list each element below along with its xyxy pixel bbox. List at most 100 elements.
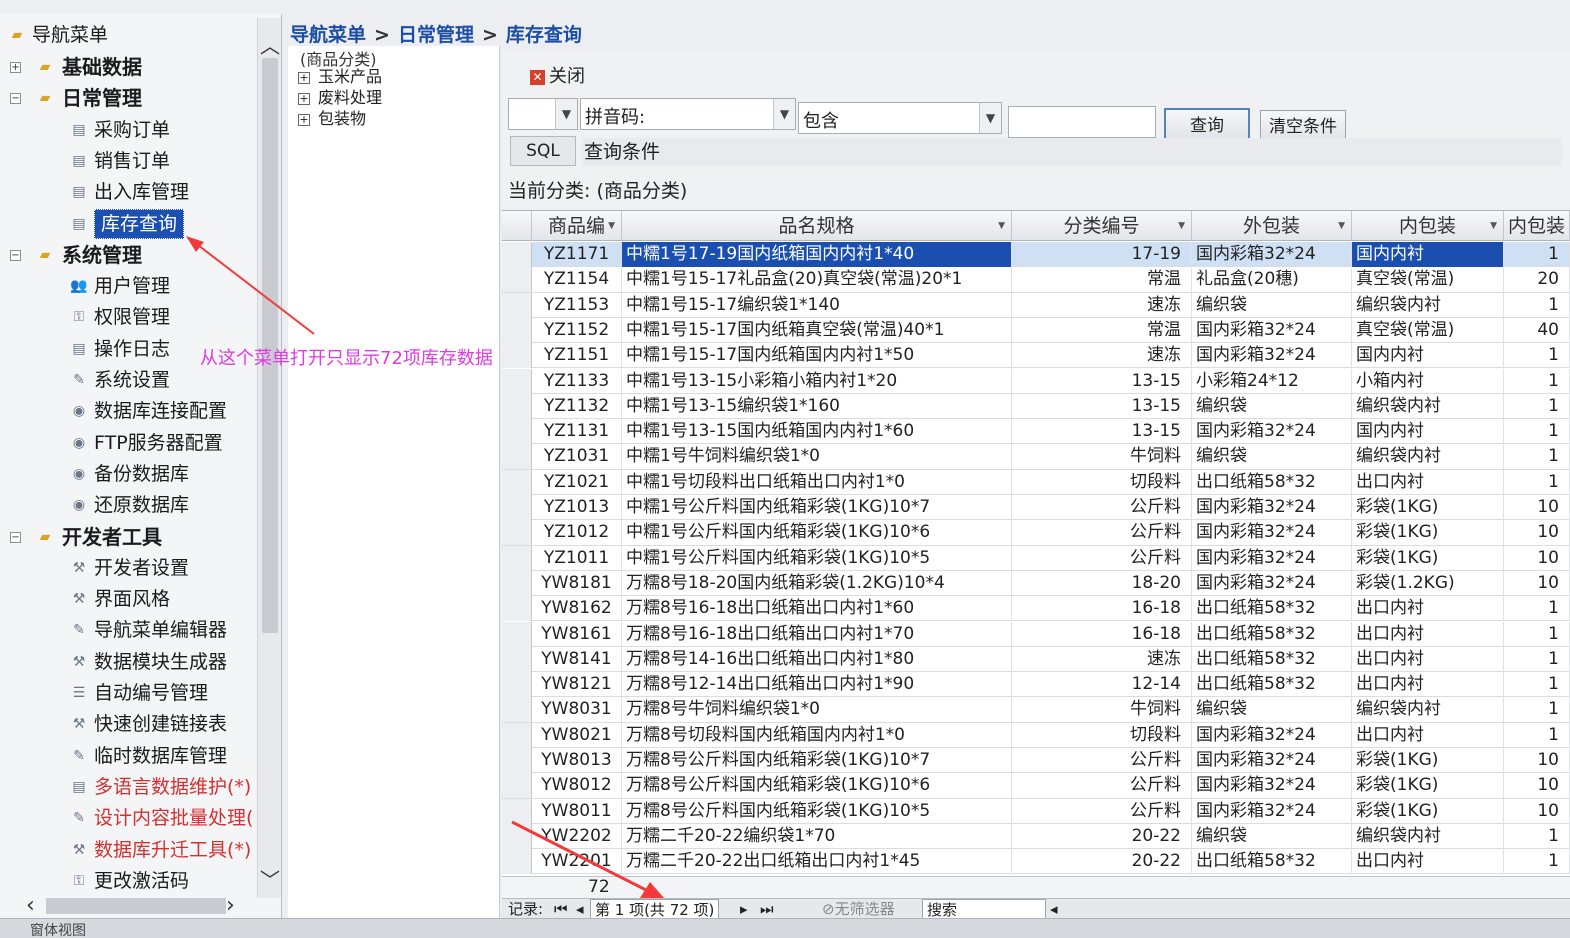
table-cell[interactable]: 13-15 — [1012, 393, 1192, 419]
table-row[interactable]: YZ1133 中糯1号13-15小彩箱小箱内衬1*20 13-15 小彩箱24*12 小… — [502, 368, 1570, 394]
table-row[interactable]: YZ1152 中糯1号15-17国内纸箱真空袋(常温)40*1 常温 国内彩箱32*2… — [502, 317, 1570, 344]
table-cell[interactable]: 10 — [1504, 798, 1570, 824]
table-cell[interactable]: 编织袋 — [1192, 444, 1352, 470]
row-selector[interactable] — [502, 242, 532, 267]
table-cell[interactable]: 切段料 — [1012, 722, 1192, 748]
table-cell[interactable]: YZ1152 — [532, 317, 622, 343]
table-cell[interactable]: 彩袋(1KG) — [1352, 773, 1504, 799]
table-cell[interactable]: 中糯1号17-19国内纸箱国内内衬1*40 — [622, 242, 1012, 267]
table-cell[interactable]: 中糯1号15-17编织袋1*140 — [622, 292, 1012, 318]
expand-icon[interactable]: − — [10, 249, 21, 261]
table-cell[interactable]: 国内彩箱32*24 — [1192, 773, 1352, 799]
table-cell[interactable]: 中糯1号牛饲料编织袋1*0 — [622, 444, 1012, 470]
row-selector[interactable] — [502, 495, 532, 520]
filter-status[interactable]: ⊘ 无筛选器 — [822, 899, 895, 919]
table-cell[interactable]: 编织袋 — [1192, 823, 1352, 849]
breadcrumb-item[interactable]: 库存查询 — [506, 24, 582, 46]
table-row[interactable]: YW2202 万糯二千20-22编织袋1*70 20-22 编织袋 编织袋内衬 1 — [502, 823, 1570, 850]
table-cell[interactable]: 国内彩箱32*24 — [1192, 570, 1352, 596]
breadcrumb-item[interactable]: 导航菜单 — [290, 24, 366, 46]
table-cell[interactable]: YZ1132 — [532, 393, 622, 419]
row-selector[interactable] — [502, 343, 532, 369]
table-cell[interactable]: 出口内衬 — [1352, 621, 1504, 647]
table-cell[interactable]: 18-20 — [1012, 570, 1192, 596]
table-cell[interactable]: 国内内衬 — [1352, 343, 1504, 369]
table-cell[interactable]: YW8162 — [532, 596, 622, 622]
table-cell[interactable]: YW8011 — [532, 798, 622, 824]
table-row[interactable]: YZ1031 中糯1号牛饲料编织袋1*0 牛饲料 编织袋 编织袋内衬 1 — [502, 444, 1570, 470]
chevron-down-icon[interactable]: ▼ — [555, 99, 577, 129]
table-row[interactable]: YW8013 万糯8号公斤料国内纸箱彩袋(1KG)10*7 公斤料 国内彩箱32*24… — [502, 748, 1570, 774]
table-cell[interactable]: YZ1131 — [532, 419, 622, 445]
table-cell[interactable]: 12-14 — [1012, 672, 1192, 698]
table-cell[interactable]: YW8181 — [532, 570, 622, 596]
table-cell[interactable]: 1 — [1504, 722, 1570, 748]
table-cell[interactable]: YZ1153 — [532, 292, 622, 318]
row-selector[interactable] — [502, 748, 532, 773]
row-selector[interactable] — [502, 469, 532, 495]
table-cell[interactable]: 出口纸箱58*32 — [1192, 646, 1352, 672]
table-row[interactable]: YW8031 万糯8号牛饲料编织袋1*0 牛饲料 编织袋 编织袋内衬 1 — [502, 697, 1570, 723]
table-cell[interactable]: 真空袋(常温) — [1352, 317, 1504, 343]
row-selector[interactable] — [502, 849, 532, 875]
table-row[interactable]: YW8011 万糯8号公斤料国内纸箱彩袋(1KG)10*5 公斤料 国内彩箱32*24… — [502, 798, 1570, 824]
table-cell[interactable]: YW8012 — [532, 773, 622, 799]
table-cell[interactable]: 国内彩箱32*24 — [1192, 798, 1352, 824]
query-button[interactable]: 查询 — [1164, 108, 1250, 142]
table-cell[interactable]: 国内彩箱32*24 — [1192, 545, 1352, 571]
first-record-icon[interactable]: ⏮ — [554, 899, 568, 919]
table-row[interactable]: YW2201 万糯二千20-22出口纸箱出口内衬1*45 20-22 出口纸箱58*3… — [502, 849, 1570, 875]
table-cell[interactable]: 万糯8号14-16出口纸箱出口内衬1*80 — [622, 646, 1012, 672]
scroll-left-icon[interactable]: ‹ — [26, 894, 35, 918]
sort-dropdown-icon[interactable]: ▼ — [1178, 211, 1185, 241]
table-cell[interactable]: 编织袋 — [1192, 697, 1352, 723]
row-selector[interactable] — [502, 368, 532, 394]
table-cell[interactable]: 1 — [1504, 292, 1570, 318]
table-cell[interactable]: 10 — [1504, 520, 1570, 546]
sort-dropdown-icon[interactable]: ▼ — [608, 211, 615, 241]
table-cell[interactable]: 编织袋内衬 — [1352, 444, 1504, 470]
expand-icon[interactable]: − — [10, 93, 21, 105]
row-selector[interactable] — [502, 798, 532, 824]
table-row[interactable]: YZ1154 中糯1号15-17礼品盒(20)真空袋(常温)20*1 常温 礼品盒(2… — [502, 267, 1570, 293]
table-cell[interactable]: 国内内衬 — [1352, 419, 1504, 445]
hscroll-left-icon[interactable]: ◂ — [1050, 899, 1058, 919]
table-cell[interactable]: 中糯1号切段料出口纸箱出口内衬1*0 — [622, 469, 1012, 495]
table-cell[interactable]: 万糯8号12-14出口纸箱出口内衬1*90 — [622, 672, 1012, 698]
table-cell[interactable]: 常温 — [1012, 267, 1192, 293]
table-cell[interactable]: 万糯8号16-18出口纸箱出口内衬1*60 — [622, 596, 1012, 622]
table-cell[interactable]: 万糯二千20-22编织袋1*70 — [622, 823, 1012, 849]
table-cell[interactable]: YW8021 — [532, 722, 622, 748]
table-cell[interactable]: YZ1133 — [532, 368, 622, 394]
chevron-down-icon[interactable]: ▼ — [979, 103, 1001, 133]
table-cell[interactable]: 万糯8号公斤料国内纸箱彩袋(1KG)10*7 — [622, 748, 1012, 773]
table-row[interactable]: YZ1012 中糯1号公斤料国内纸箱彩袋(1KG)10*6 公斤料 国内彩箱32*24… — [502, 520, 1570, 546]
table-cell[interactable]: 国内彩箱32*24 — [1192, 242, 1352, 267]
table-cell[interactable]: YW2202 — [532, 823, 622, 849]
expand-icon[interactable]: + — [298, 71, 310, 84]
expand-icon[interactable]: + — [298, 92, 310, 105]
table-cell[interactable]: 速冻 — [1012, 343, 1192, 369]
table-cell[interactable]: 公斤料 — [1012, 798, 1192, 824]
table-cell[interactable]: 1 — [1504, 621, 1570, 647]
table-cell[interactable]: 10 — [1504, 570, 1570, 596]
table-row[interactable]: YW8162 万糯8号16-18出口纸箱出口内衬1*60 16-18 出口纸箱58*3… — [502, 596, 1570, 622]
table-cell[interactable]: 1 — [1504, 242, 1570, 267]
table-cell[interactable]: 国内彩箱32*24 — [1192, 748, 1352, 773]
table-cell[interactable]: 国内彩箱32*24 — [1192, 343, 1352, 369]
table-cell[interactable]: 彩袋(1KG) — [1352, 520, 1504, 546]
table-cell[interactable]: 出口内衬 — [1352, 596, 1504, 622]
scroll-right-icon[interactable]: › — [226, 894, 235, 918]
table-cell[interactable]: 1 — [1504, 393, 1570, 419]
table-cell[interactable]: 出口内衬 — [1352, 849, 1504, 875]
table-cell[interactable]: 中糯1号15-17礼品盒(20)真空袋(常温)20*1 — [622, 267, 1012, 293]
table-cell[interactable]: YW8121 — [532, 672, 622, 698]
table-cell[interactable]: 1 — [1504, 596, 1570, 622]
table-cell[interactable]: 常温 — [1012, 317, 1192, 343]
table-cell[interactable]: 彩袋(1KG) — [1352, 748, 1504, 773]
table-cell[interactable]: YW2201 — [532, 849, 622, 875]
table-row[interactable]: YZ1151 中糯1号15-17国内纸箱国内内衬1*50 速冻 国内彩箱32*24 国内… — [502, 343, 1570, 369]
table-cell[interactable]: 10 — [1504, 495, 1570, 520]
row-selector[interactable] — [502, 545, 532, 571]
table-cell[interactable]: YW8161 — [532, 621, 622, 647]
